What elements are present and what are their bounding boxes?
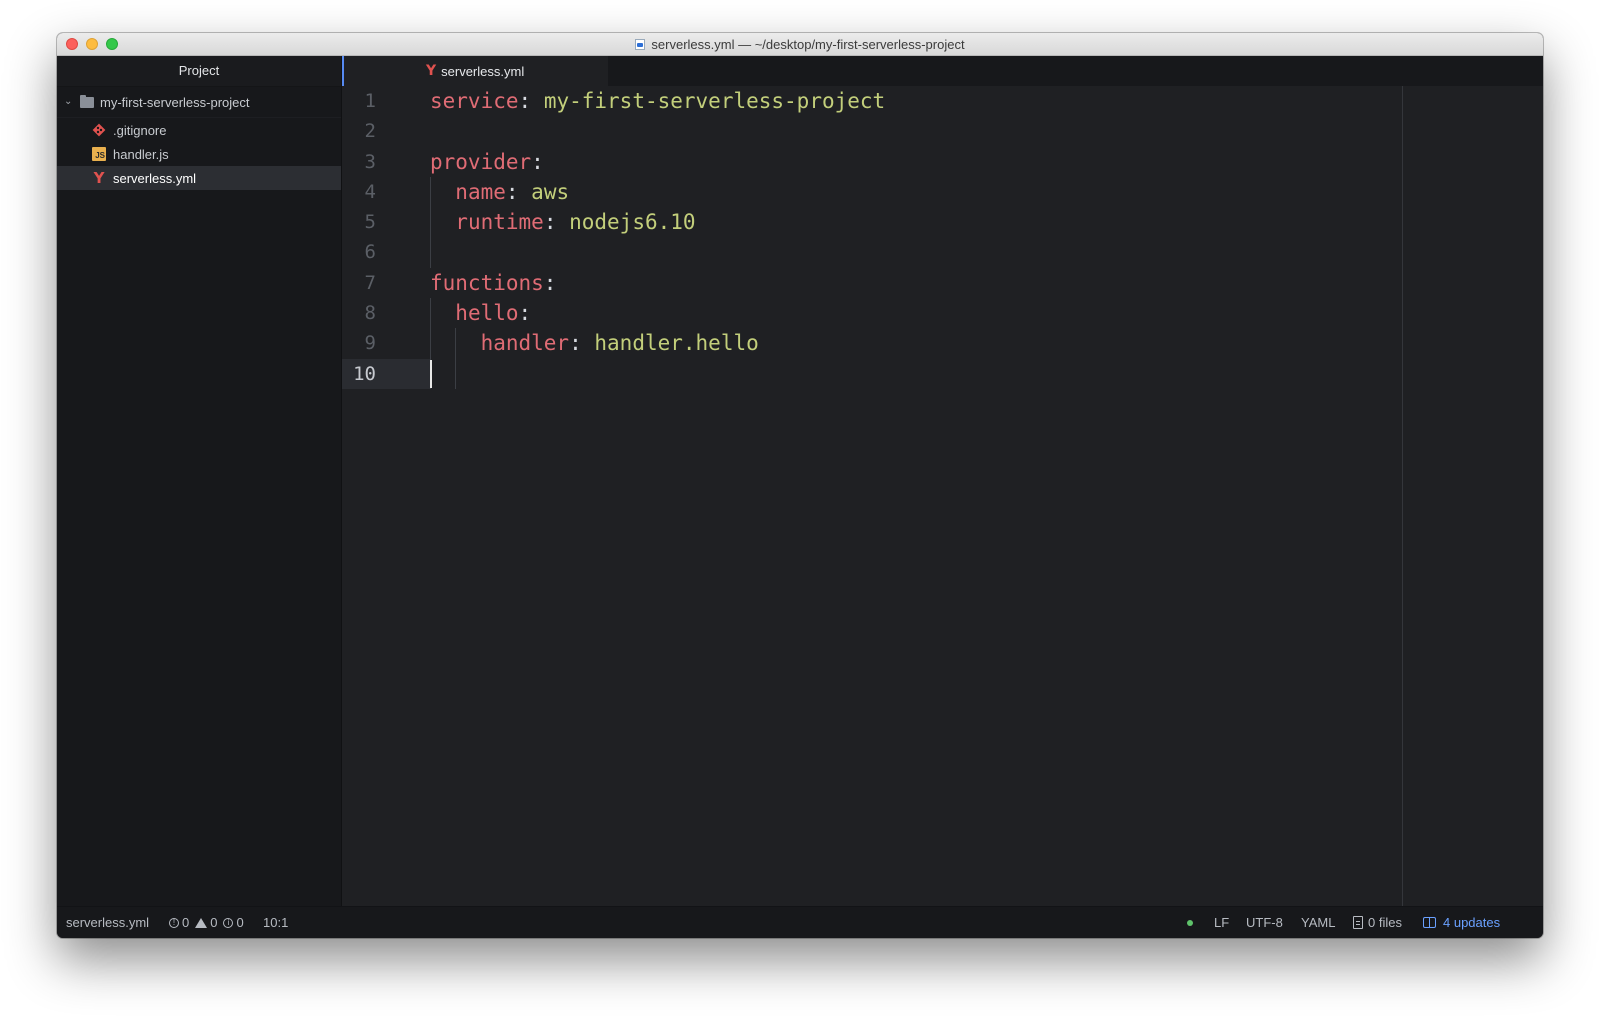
code-line: provider: bbox=[430, 147, 1543, 177]
yaml-key: functions bbox=[430, 270, 544, 295]
status-cursor-position[interactable]: 10:1 bbox=[263, 907, 288, 938]
code-line: handler: handler.hello bbox=[430, 328, 1543, 358]
title-bar: serverless.yml — ~/desktop/my-first-serv… bbox=[57, 33, 1543, 56]
tree-item-label: .gitignore bbox=[113, 122, 167, 138]
yaml-key: runtime bbox=[455, 210, 544, 235]
yaml-value: nodejs6.10 bbox=[556, 210, 696, 235]
line-number-current: 10 bbox=[353, 362, 376, 385]
window-title-text: serverless.yml — ~/desktop/my-first-serv… bbox=[651, 36, 965, 52]
yaml-key: name bbox=[455, 179, 506, 204]
package-icon bbox=[1423, 917, 1436, 928]
status-diagnostics[interactable]: ! 0 0 i0 bbox=[169, 907, 244, 938]
root-folder-label: my-first-serverless-project bbox=[100, 94, 250, 110]
yaml-colon: : bbox=[518, 89, 532, 113]
status-grammar[interactable]: YAML bbox=[1301, 907, 1335, 938]
yaml-key: hello bbox=[455, 301, 519, 326]
tree-item-handler-js[interactable]: JS handler.js bbox=[57, 142, 341, 166]
yaml-key: provider bbox=[430, 149, 532, 174]
yaml-colon: : bbox=[518, 301, 532, 326]
document-icon bbox=[635, 38, 646, 50]
code-text[interactable]: service: my-first-serverless-project pro… bbox=[430, 86, 1543, 389]
indent-guide bbox=[430, 177, 431, 268]
tree-item-serverless-yml[interactable]: Y serverless.yml bbox=[57, 166, 341, 190]
yaml-key: service bbox=[430, 89, 519, 113]
info-icon: i bbox=[223, 917, 234, 928]
yaml-colon: : bbox=[543, 270, 557, 295]
wrap-guide bbox=[1402, 86, 1403, 907]
warning-icon bbox=[195, 917, 208, 928]
yaml-key: handler bbox=[480, 331, 570, 356]
line-number: 7 bbox=[364, 271, 376, 294]
folder-icon bbox=[80, 94, 94, 108]
javascript-file-icon: JS bbox=[92, 147, 106, 161]
code-line: functions: bbox=[430, 268, 1543, 298]
code-area[interactable]: 1 2 3 4 5 6 7 8 9 10 service: my-first-s… bbox=[342, 86, 1543, 907]
info-count: 0 bbox=[236, 915, 244, 930]
error-icon: ! bbox=[169, 917, 179, 928]
git-icon bbox=[92, 123, 106, 137]
editor-window: serverless.yml — ~/desktop/my-first-serv… bbox=[57, 33, 1543, 938]
line-number: 3 bbox=[364, 150, 376, 173]
status-files[interactable]: 0 files bbox=[1353, 907, 1402, 938]
code-line: name: aws bbox=[430, 177, 1543, 207]
text-cursor bbox=[430, 360, 432, 388]
yaml-value: my-first-serverless-project bbox=[531, 89, 886, 113]
file-icon bbox=[1353, 916, 1363, 929]
code-line: hello: bbox=[430, 298, 1543, 328]
status-bar: serverless.yml ! 0 0 i0 10:1 LF UTF-8 YAM… bbox=[57, 906, 1543, 938]
chevron-down-icon[interactable]: ⌄ bbox=[64, 97, 74, 107]
tree-item-gitignore[interactable]: .gitignore bbox=[57, 118, 341, 142]
tree-root-folder[interactable]: ⌄ my-first-serverless-project bbox=[57, 87, 341, 118]
status-updates[interactable]: 4 updates bbox=[1423, 907, 1500, 938]
yaml-colon: : bbox=[505, 179, 519, 204]
editor-pane: Y serverless.yml 1 2 3 4 5 6 7 8 9 10 se… bbox=[342, 56, 1543, 907]
tree-item-label: serverless.yml bbox=[113, 170, 197, 186]
yaml-value: aws bbox=[518, 179, 570, 204]
panel-title: Project bbox=[57, 56, 341, 87]
git-status-icon[interactable] bbox=[1187, 907, 1193, 938]
status-line-ending[interactable]: LF bbox=[1214, 907, 1229, 938]
warning-count: 0 bbox=[210, 915, 218, 930]
status-dot-icon bbox=[1187, 919, 1193, 926]
indent-guide bbox=[455, 328, 456, 389]
code-line: service: my-first-serverless-project bbox=[430, 86, 1543, 116]
yaml-colon: : bbox=[569, 331, 582, 356]
window-title: serverless.yml — ~/desktop/my-first-serv… bbox=[57, 33, 1543, 55]
error-count: 0 bbox=[182, 915, 190, 930]
yaml-colon: : bbox=[531, 149, 544, 174]
line-number: 5 bbox=[364, 211, 376, 234]
line-number-gutter[interactable]: 1 2 3 4 5 6 7 8 9 10 bbox=[342, 86, 430, 907]
status-file-name[interactable]: serverless.yml bbox=[66, 907, 149, 938]
project-tree-panel: Project ⌄ my-first-serverless-project .g… bbox=[57, 56, 342, 907]
line-number: 1 bbox=[364, 90, 376, 112]
tree-item-label: handler.js bbox=[113, 146, 169, 162]
line-number: 8 bbox=[364, 302, 376, 325]
yaml-value: handler.hello bbox=[581, 331, 759, 356]
yaml-file-icon: Y bbox=[93, 169, 105, 187]
yaml-file-icon: Y bbox=[426, 63, 437, 79]
line-number: 4 bbox=[364, 180, 376, 203]
status-encoding[interactable]: UTF-8 bbox=[1246, 907, 1283, 938]
line-number: 6 bbox=[364, 241, 376, 264]
line-number: 9 bbox=[364, 332, 376, 355]
tab-bar: Y serverless.yml bbox=[342, 56, 1543, 86]
tab-label: serverless.yml bbox=[441, 63, 525, 79]
tab-serverless-yml[interactable]: Y serverless.yml bbox=[342, 56, 608, 86]
code-line: runtime: nodejs6.10 bbox=[430, 207, 1543, 237]
yaml-colon: : bbox=[543, 210, 557, 235]
line-number: 2 bbox=[364, 120, 376, 143]
